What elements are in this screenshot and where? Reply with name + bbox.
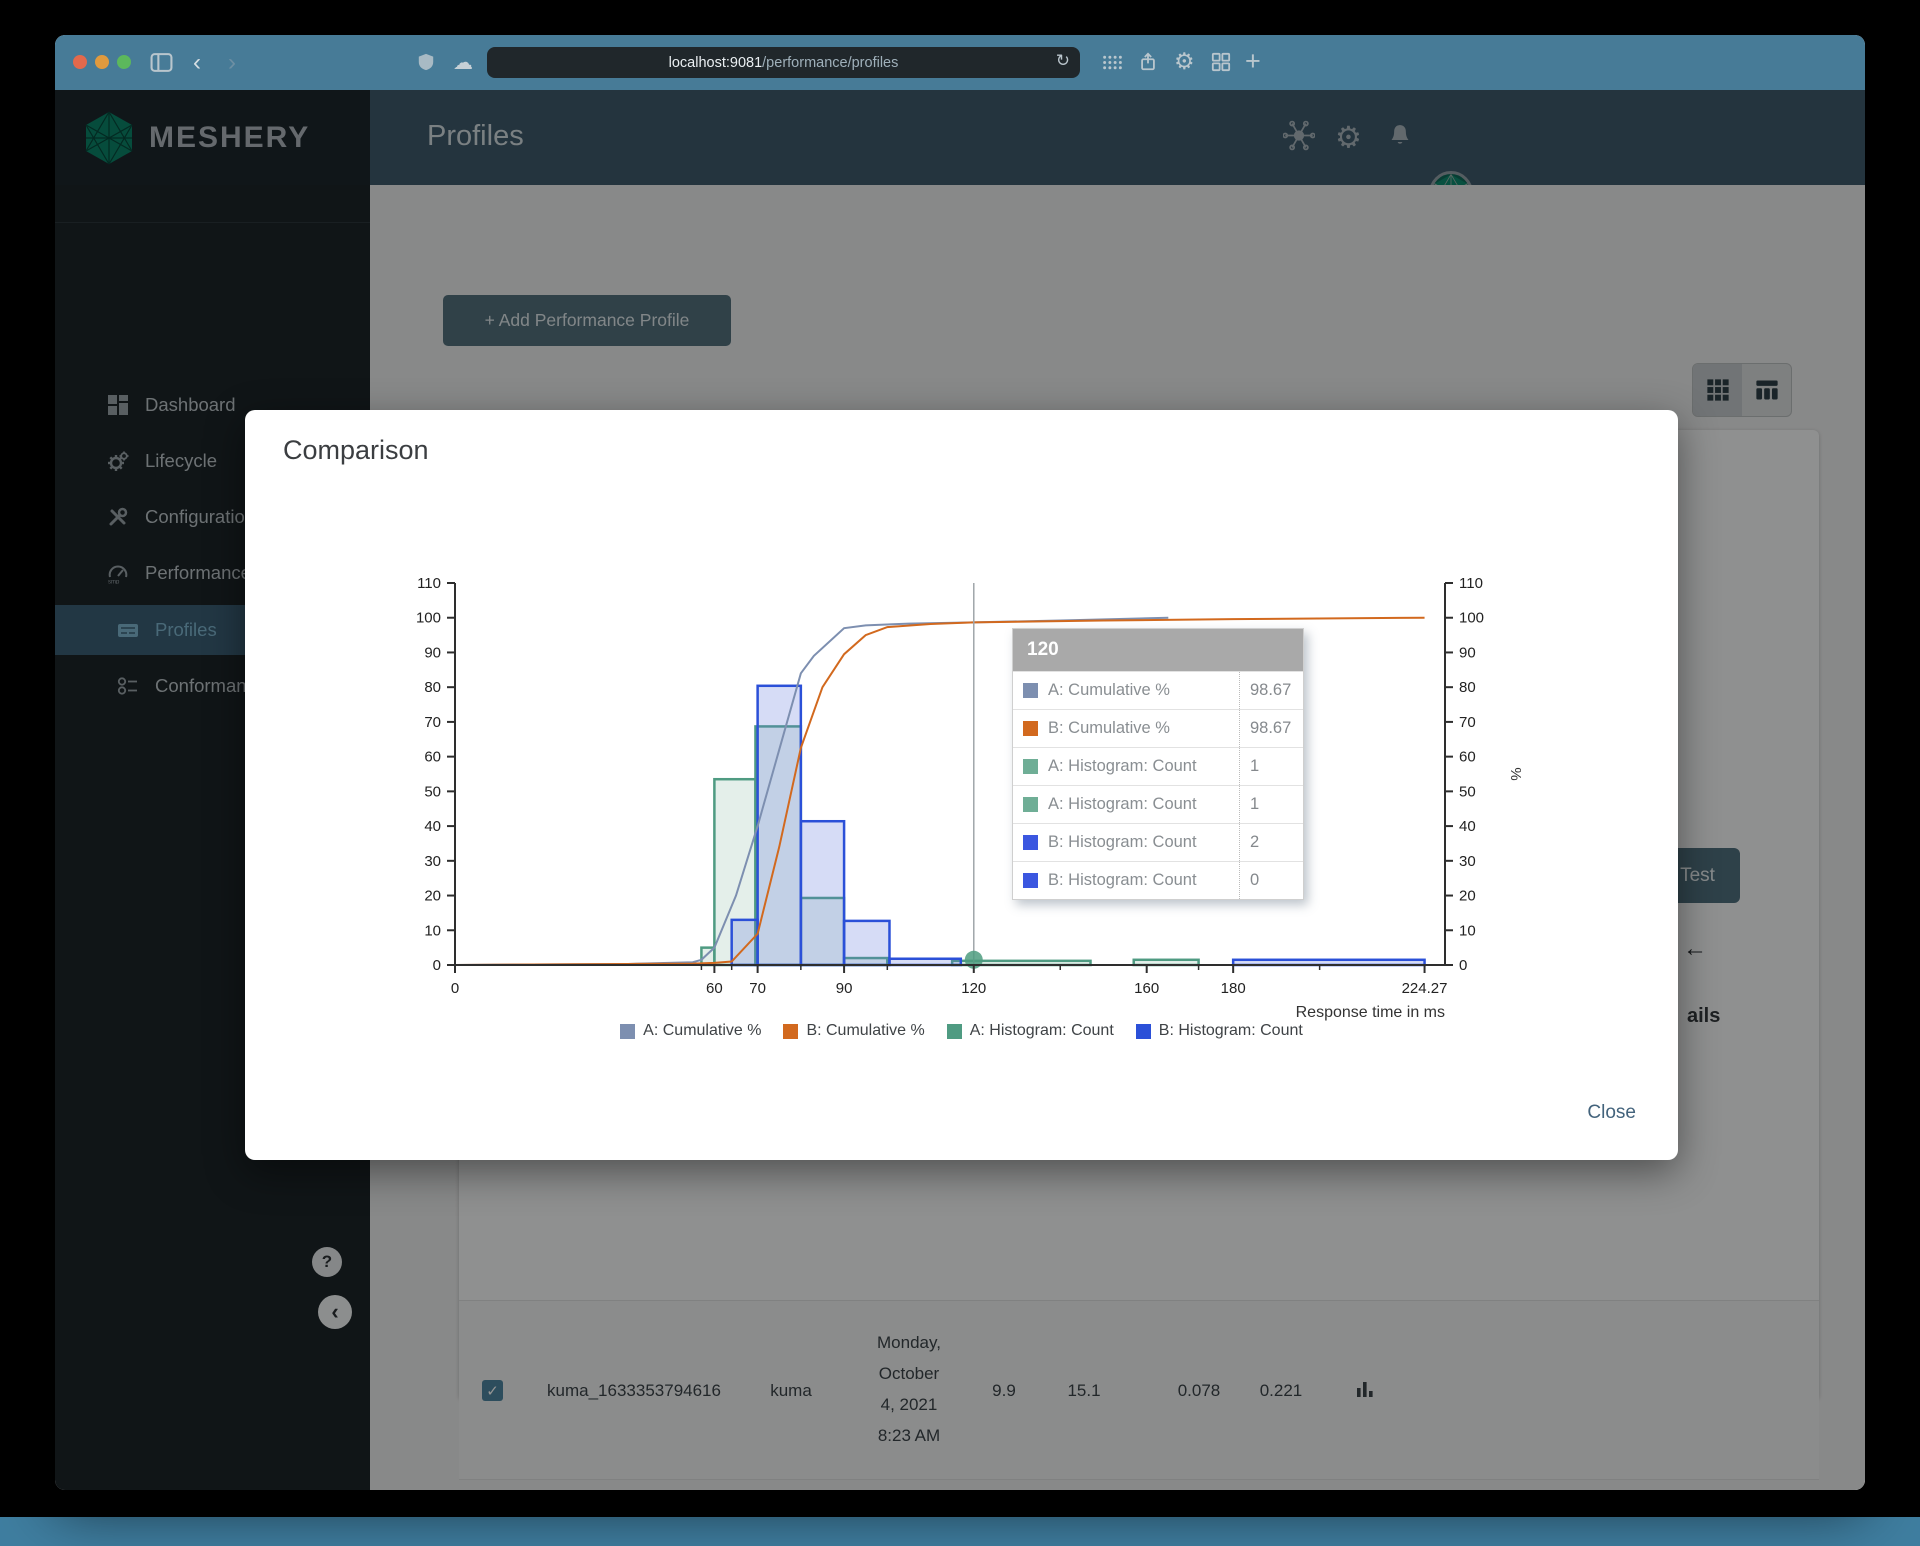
svg-text:100: 100 — [416, 610, 441, 627]
tooltip-swatch — [1023, 835, 1038, 850]
svg-text:60: 60 — [1459, 749, 1476, 766]
legend-item-b-cumulative[interactable]: B: Cumulative % — [783, 1022, 925, 1040]
svg-text:110: 110 — [417, 575, 441, 592]
svg-text:90: 90 — [836, 980, 853, 997]
legend-swatch — [783, 1023, 799, 1039]
svg-text:60: 60 — [424, 749, 441, 766]
close-window-button[interactable] — [73, 55, 87, 69]
legend-swatch — [1135, 1023, 1151, 1039]
legend-item-b-histogram[interactable]: B: Histogram: Count — [1135, 1022, 1303, 1040]
shield-icon[interactable] — [417, 52, 435, 77]
legend-swatch — [946, 1023, 962, 1039]
url-host: localhost:9081 — [668, 54, 763, 71]
minimize-window-button[interactable] — [95, 55, 109, 69]
svg-text:70: 70 — [749, 980, 766, 997]
tooltip-swatch — [1023, 683, 1038, 698]
settings-gear-icon[interactable]: ⚙ — [1174, 48, 1195, 75]
svg-text:20: 20 — [1459, 888, 1476, 905]
comparison-modal: Comparison 0 0 10 10 20 20 30 30 40 40 50 50 60 60 70 7… — [245, 410, 1678, 1160]
svg-text:%: % — [1507, 767, 1524, 780]
svg-text:180: 180 — [1221, 980, 1246, 997]
svg-text:40: 40 — [1459, 818, 1476, 835]
address-bar[interactable]: localhost:9081/performance/profiles ↻ — [487, 47, 1080, 78]
tooltip-swatch — [1023, 797, 1038, 812]
tooltip-row: A: Histogram: Count 1 — [1013, 747, 1303, 785]
svg-text:110: 110 — [1459, 575, 1483, 592]
svg-text:50: 50 — [424, 783, 441, 800]
svg-text:60: 60 — [706, 980, 723, 997]
svg-text:224.27: 224.27 — [1402, 980, 1448, 997]
modal-title: Comparison — [283, 435, 429, 465]
svg-text:30: 30 — [1459, 853, 1476, 870]
comparison-chart[interactable]: 0 0 10 10 20 20 30 30 40 40 50 50 60 60 70 70 80 80 90 90 10… — [405, 570, 1565, 1030]
svg-text:80: 80 — [1459, 679, 1476, 696]
extensions-grid-icon[interactable] — [1102, 55, 1123, 75]
svg-text:0: 0 — [451, 980, 459, 997]
legend-swatch — [620, 1023, 636, 1039]
new-tab-icon[interactable]: + — [1245, 46, 1261, 77]
tooltip-swatch — [1023, 721, 1038, 736]
forward-icon[interactable]: › — [228, 49, 236, 77]
svg-text:90: 90 — [1459, 644, 1476, 661]
svg-text:40: 40 — [424, 818, 441, 835]
chart-legend: A: Cumulative % B: Cumulative % A: Histo… — [245, 1022, 1678, 1040]
tooltip-swatch — [1023, 873, 1038, 888]
svg-text:Response time in ms: Response time in ms — [1296, 1004, 1445, 1021]
tooltip-row: A: Cumulative % 98.67 — [1013, 671, 1303, 709]
svg-text:0: 0 — [1459, 957, 1467, 974]
svg-text:50: 50 — [1459, 783, 1476, 800]
svg-text:10: 10 — [424, 922, 441, 939]
back-icon[interactable]: ‹ — [193, 49, 201, 77]
svg-text:70: 70 — [424, 714, 441, 731]
cloud-icon[interactable]: ☁ — [453, 50, 473, 75]
browser-window: ‹ › ☁ localhost:9081/performance/profile… — [55, 35, 1865, 1490]
browser-chrome: ‹ › ☁ localhost:9081/performance/profile… — [55, 35, 1865, 90]
sidebar-toggle-icon[interactable] — [150, 52, 173, 78]
tab-overview-icon[interactable] — [1211, 52, 1231, 77]
tooltip-header: 120 — [1013, 629, 1303, 671]
svg-text:70: 70 — [1459, 714, 1476, 731]
legend-item-a-histogram[interactable]: A: Histogram: Count — [946, 1022, 1114, 1040]
chart-tooltip: 120 A: Cumulative % 98.67 B: Cumulative … — [1012, 628, 1304, 900]
svg-text:0: 0 — [433, 957, 441, 974]
tooltip-swatch — [1023, 759, 1038, 774]
refresh-icon[interactable]: ↻ — [1056, 51, 1070, 71]
svg-text:160: 160 — [1134, 980, 1159, 997]
share-icon[interactable] — [1138, 51, 1158, 78]
desktop-background-strip — [0, 1517, 1920, 1546]
svg-text:120: 120 — [961, 980, 986, 997]
tooltip-row: B: Histogram: Count 2 — [1013, 823, 1303, 861]
svg-text:80: 80 — [424, 679, 441, 696]
url-path: /performance/profiles — [762, 54, 899, 71]
svg-text:90: 90 — [424, 644, 441, 661]
tooltip-row: B: Histogram: Count 0 — [1013, 861, 1303, 899]
tooltip-row: A: Histogram: Count 1 — [1013, 785, 1303, 823]
svg-text:10: 10 — [1459, 922, 1476, 939]
tooltip-row: B: Cumulative % 98.67 — [1013, 709, 1303, 747]
close-button[interactable]: Close — [1587, 1102, 1636, 1124]
svg-text:20: 20 — [424, 888, 441, 905]
svg-text:30: 30 — [424, 853, 441, 870]
legend-item-a-cumulative[interactable]: A: Cumulative % — [620, 1022, 761, 1040]
svg-text:100: 100 — [1459, 610, 1484, 627]
zoom-window-button[interactable] — [117, 55, 131, 69]
